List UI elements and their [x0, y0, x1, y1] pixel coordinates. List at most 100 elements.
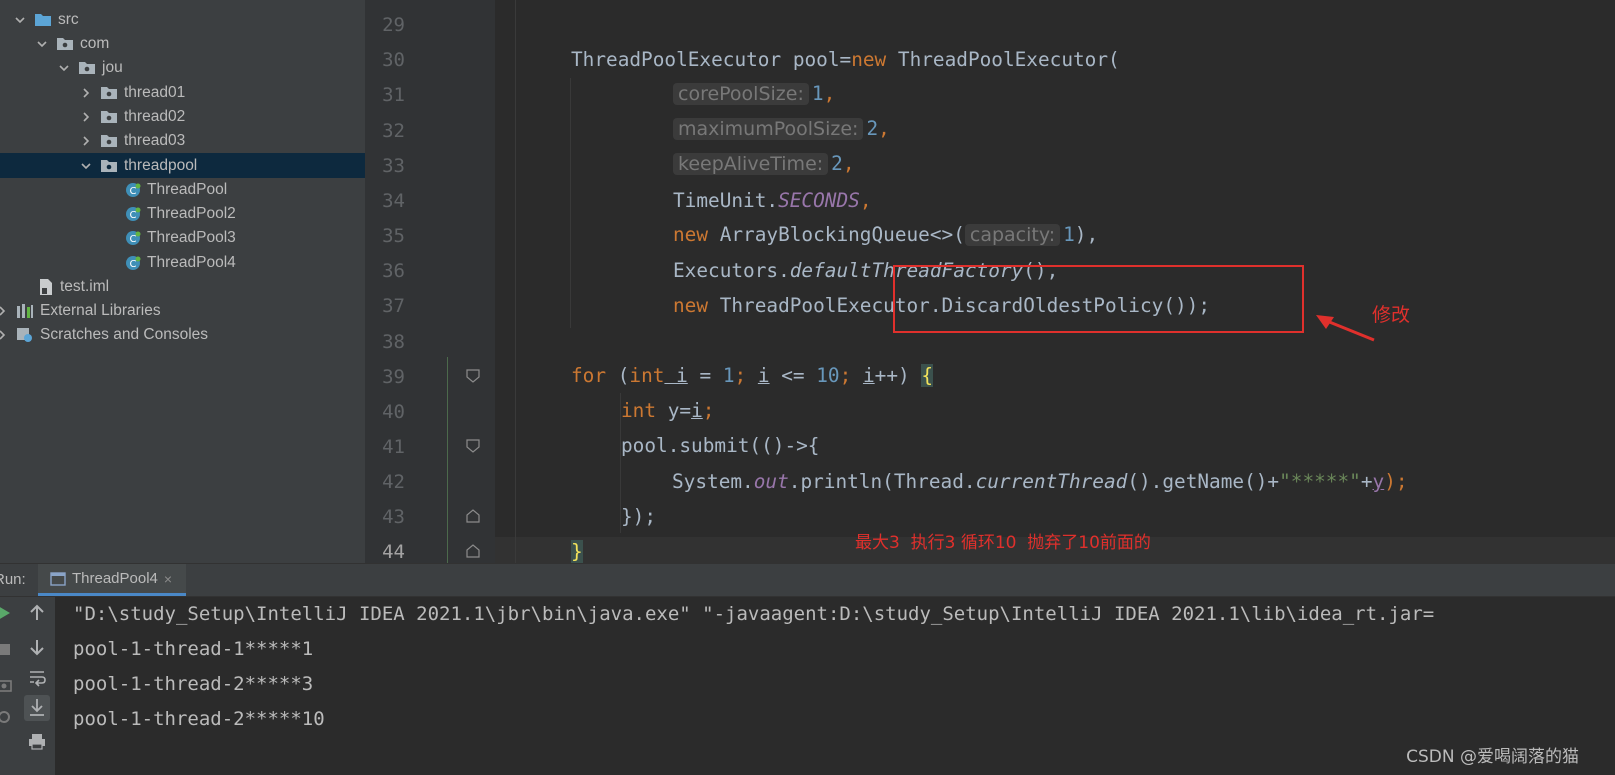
code-token: 10 [816, 364, 840, 387]
line-number: 37 [382, 295, 405, 317]
indent-guide [570, 78, 571, 328]
code-token: ; [734, 364, 758, 387]
parameter-hint: capacity: [964, 224, 1061, 246]
parameter-hint: corePoolSize: [673, 83, 809, 105]
tab-threadpool4[interactable]: ThreadPool4 × [38, 564, 187, 596]
code-token: currentThread [975, 470, 1128, 493]
code-line-40: int y=i; [621, 399, 714, 422]
code-token: new [673, 294, 709, 317]
arrow-up-icon[interactable] [27, 603, 47, 623]
code-token: System. [672, 470, 754, 493]
code-token: i [862, 364, 875, 387]
code-line-35: new ArrayBlockingQueue<>(capacity: 1), [673, 223, 1098, 246]
tree-item-com[interactable]: com [0, 31, 365, 56]
code-line-41: pool.submit(()->{ [621, 434, 819, 457]
fold-collapse-icon[interactable] [466, 369, 480, 383]
scroll-to-end-icon[interactable] [24, 695, 50, 721]
console-output[interactable]: "D:\study_Setup\IntelliJ IDEA 2021.1\jbr… [55, 597, 1615, 775]
console-line: pool-1-thread-2*****3 [73, 673, 314, 695]
line-number: 35 [382, 225, 405, 247]
arrow-down-icon[interactable] [27, 637, 47, 657]
code-token: 1 [1063, 223, 1075, 246]
line-number: 36 [382, 260, 405, 282]
chevron-right-icon[interactable] [80, 87, 92, 99]
tree-item-scratches-and-consoles[interactable]: Scratches and Consoles [0, 322, 365, 347]
annotation-highlight-box [893, 265, 1304, 333]
line-number: 34 [382, 190, 405, 212]
fold-collapse-icon[interactable] [466, 439, 480, 453]
chevron-down-icon[interactable] [58, 62, 70, 74]
camera-icon[interactable] [0, 675, 14, 695]
code-token: 2 [866, 117, 879, 140]
chevron-right-icon[interactable] [80, 111, 92, 123]
package-icon [56, 36, 74, 51]
stop-icon[interactable] [0, 639, 14, 659]
code-line-31: corePoolSize: 1, [673, 82, 835, 105]
console-line: pool-1-thread-2*****10 [73, 708, 325, 730]
code-token: int [621, 399, 657, 422]
tree-item-external-libraries[interactable]: External Libraries [0, 298, 365, 323]
print-icon[interactable] [27, 731, 47, 751]
chevron-right-icon[interactable] [0, 305, 8, 317]
chevron-down-icon[interactable] [80, 160, 92, 172]
package-icon [100, 133, 118, 148]
run-toolbar [0, 597, 55, 775]
line-number: 38 [382, 331, 405, 353]
tree-item-label: Scratches and Consoles [40, 325, 209, 343]
java-class-icon: C [125, 206, 141, 222]
run-tool-window-header: Run: ThreadPool4 × [0, 563, 1615, 597]
tree-item-threadpool-class[interactable]: C ThreadPool [0, 177, 365, 202]
rerun-icon[interactable] [0, 603, 14, 623]
code-line-34: TimeUnit.SECONDS, [673, 189, 872, 212]
tree-item-threadpool2-class[interactable]: C ThreadPool2 [0, 201, 365, 226]
code-token: ThreadPoolExecutor [571, 48, 782, 71]
java-class-icon: C [125, 230, 141, 246]
tree-item-label: External Libraries [40, 301, 161, 319]
soft-wrap-icon[interactable] [27, 667, 47, 687]
code-line-43: }); [621, 505, 656, 528]
code-token: ArrayBlockingQueue<>( [708, 223, 965, 246]
chevron-right-icon[interactable] [0, 329, 8, 341]
code-line-30: ThreadPoolExecutor pool=new ThreadPoolEx… [571, 48, 1120, 71]
tree-item-test-iml[interactable]: test.iml [0, 274, 365, 299]
chevron-right-icon[interactable] [80, 135, 92, 147]
tree-item-threadpool4-class[interactable]: C ThreadPool4 [0, 250, 365, 275]
tree-item-label: ThreadPool2 [147, 204, 236, 222]
fold-end-icon[interactable] [466, 509, 480, 523]
package-icon [100, 158, 118, 173]
code-token: ); [1384, 470, 1408, 493]
svg-text:C: C [130, 259, 137, 270]
settings-icon[interactable] [0, 707, 14, 727]
tree-item-thread02[interactable]: thread02 [0, 104, 365, 129]
line-number: 31 [382, 84, 405, 106]
tree-item-threadpool[interactable]: threadpool [0, 153, 365, 178]
java-class-icon: C [125, 255, 141, 271]
tree-item-label: test.iml [60, 277, 110, 295]
line-number: 39 [382, 366, 405, 388]
package-icon [78, 60, 96, 75]
matched-brace: } [571, 540, 583, 563]
tree-item-thread03[interactable]: thread03 [0, 128, 365, 153]
parameter-hint: keepAliveTime: [673, 153, 829, 175]
code-token: ; [702, 399, 715, 422]
close-tab-icon[interactable]: × [164, 571, 172, 587]
tree-item-jou[interactable]: jou [0, 55, 365, 80]
tree-item-label: com [80, 34, 110, 52]
project-root-row-cut[interactable] [0, 0, 330, 6]
code-token: i [664, 364, 688, 387]
tree-item-thread01[interactable]: thread01 [0, 80, 365, 105]
code-token: ( [606, 364, 630, 387]
chevron-down-icon[interactable] [36, 38, 48, 50]
code-token: TimeUnit. [673, 189, 779, 212]
line-number: 43 [382, 506, 405, 528]
fold-end-icon[interactable] [466, 544, 480, 558]
tree-item-label: thread01 [124, 83, 186, 101]
code-token: out [753, 470, 789, 493]
code-token: + [1360, 470, 1373, 493]
chevron-down-icon[interactable] [14, 14, 26, 26]
code-line-32: maximumPoolSize: 2, [673, 117, 890, 140]
code-token: , [823, 82, 836, 105]
tree-item-label: ThreadPool4 [147, 253, 236, 271]
tree-item-src[interactable]: src [0, 7, 365, 32]
tree-item-threadpool3-class[interactable]: C ThreadPool3 [0, 225, 365, 250]
